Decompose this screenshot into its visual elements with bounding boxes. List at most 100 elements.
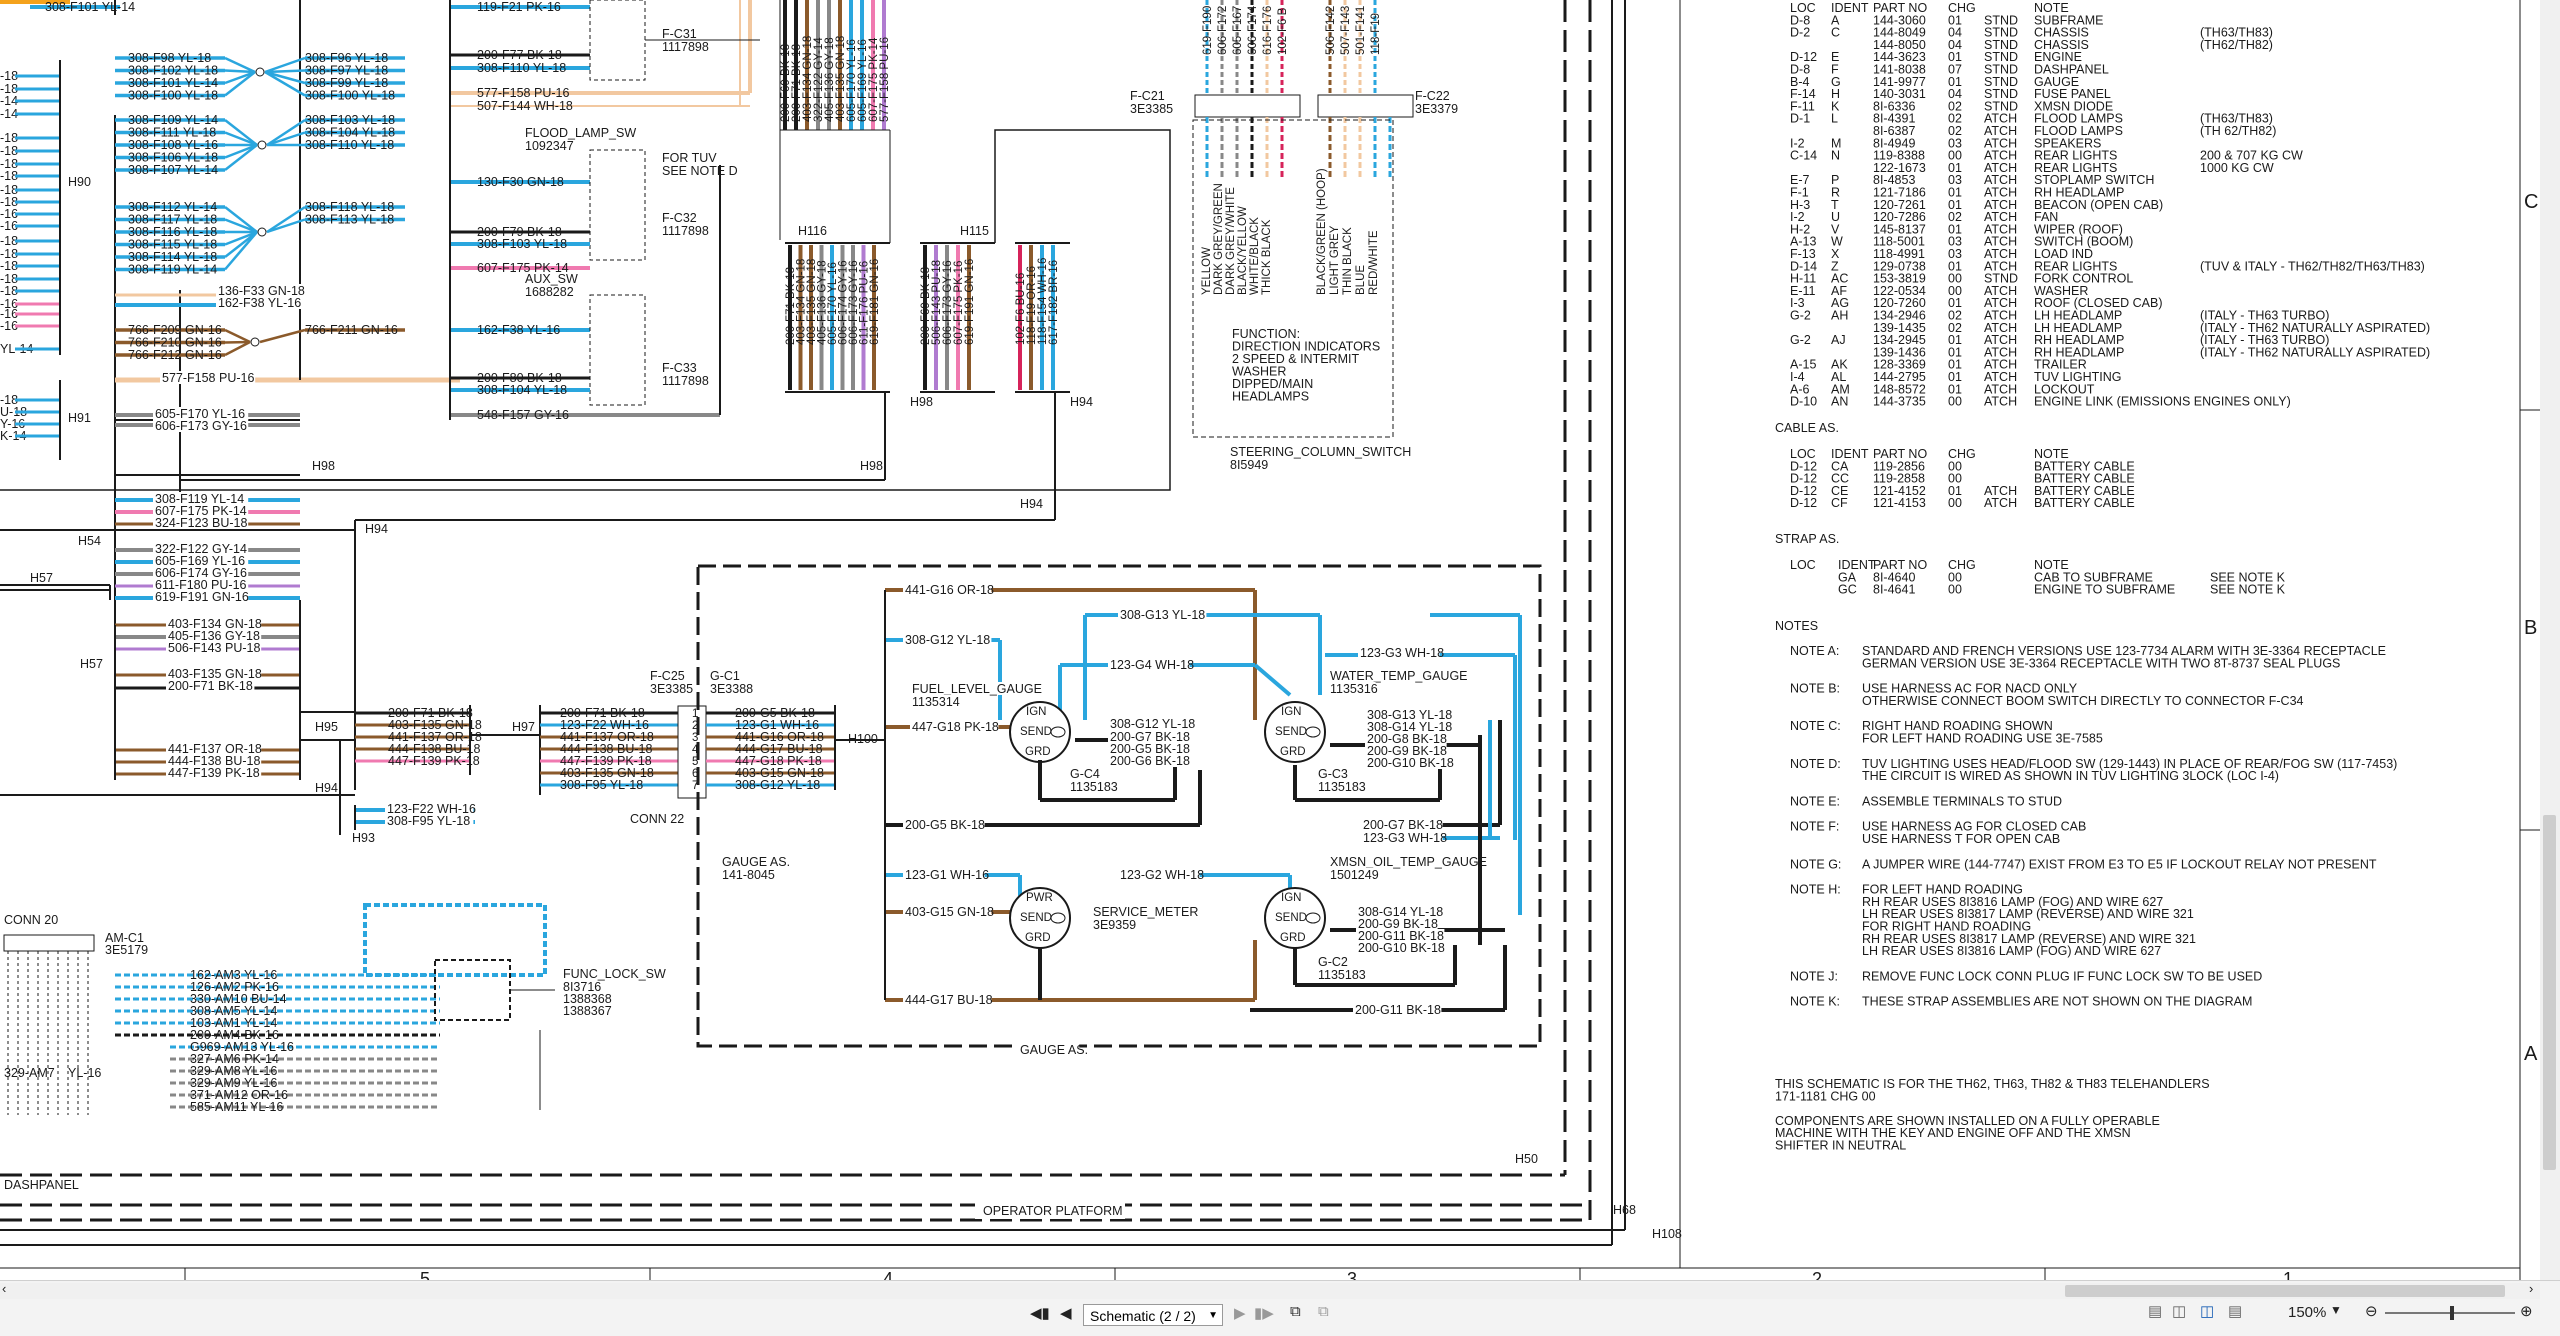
gauge-plug [1050,912,1066,924]
steer-function-line: HEADLAMPS [1232,390,1309,404]
gauge-label-as_bottom: GAUGE AS. [1020,1043,1088,1057]
splice-left-label: 308-F100 YL-18 [128,89,218,103]
harness-h57a: H57 [30,571,53,585]
prev-page-icon[interactable]: ◀ [1060,1304,1072,1322]
gauge-label-fuel: FUEL_LEVEL_GAUGE [912,682,1042,696]
single-page-icon[interactable]: ▤ [2148,1302,2162,1320]
table1-cell: (TUV & ITALY - TH62/TH82/TH63/TH83) [2200,259,2425,273]
harness-h93: H93 [352,831,375,845]
harness-h94b: H94 [1020,497,1043,511]
zoom-out-icon[interactable]: ⊖ [2365,1302,2378,1320]
wire-f158b: 577-F158 PU-16 [477,86,569,100]
cable-title: CABLE AS. [1775,421,1839,435]
wire-f110: 308-F110 YL-18 [477,61,566,75]
continuous-icon[interactable]: ◫ [2200,1302,2214,1320]
fit-page-icon[interactable]: ⧉ [1290,1303,1301,1320]
thumbnail-icon[interactable]: ▤ [2228,1302,2242,1320]
steer-color-right: THIN BLACK [1342,227,1354,295]
zoom-in-icon[interactable]: ⊕ [2520,1302,2533,1320]
steer-color-right: RED/WHITE [1368,230,1380,295]
table1-cell: 144-3735 [1873,395,1926,409]
conn-f-c31-pn: 1117898 [662,40,709,54]
harness-h98b: H98 [860,459,883,473]
splice-join [224,340,251,344]
page-select[interactable]: Schematic (2 / 2) ▼ [1083,1304,1223,1326]
note-line: THESE STRAP ASSEMBLIES ARE NOT SHOWN ON … [1862,995,2252,1009]
scroll-left-icon[interactable]: ‹ [2,1281,6,1296]
splice-left-label: 766-F212 GN-16 [128,348,222,362]
cable-cell: 121-4153 [1873,496,1926,510]
strap-header: LOC [1790,558,1816,572]
table1-cell: 1000 KG CW [2200,161,2274,175]
splice-node [255,67,265,77]
fit-width-icon[interactable]: ⧉ [1318,1303,1329,1320]
strap-cell: GC [1838,583,1857,597]
gauge-label-g5b: 200-G5 BK-18 [905,818,985,832]
gauge-plug [1305,726,1321,738]
wire-f38b: 162-F38 YL-16 [477,323,560,337]
splice-node [257,140,267,150]
tuv-label: FOR TUV [662,151,717,165]
h115-label: 619-F191 GN-16 [964,259,976,345]
conn-f-c22-body [1317,94,1414,118]
zoom-level[interactable]: 150% [2288,1304,2326,1321]
splice-node [250,337,260,347]
first-page-icon[interactable]: ◀▮ [1030,1304,1050,1322]
harness-h94c: H94 [315,781,338,795]
gauge-send-text: SEND [1275,912,1307,924]
strap-cell: 00 [1948,583,1962,597]
grid-number-4: 4 [883,1269,893,1280]
harness-h54: H54 [78,534,101,548]
h116-bot-label: 619-F181 GN-16 [869,259,881,345]
steer-top-left-label: 616-F176 [1262,6,1274,55]
wire-label-f143: 506-F143 PU-18 [168,641,260,655]
steer-color-right: BLACK/GREEN (HOOP) [1316,168,1328,295]
note-label: NOTE H: [1790,883,1841,897]
aux-sw-label: AUX_SW [525,272,578,286]
note-line: OTHERWISE CONNECT BOOM SWITCH DIRECTLY T… [1862,694,2304,708]
table1-cell: AN [1831,395,1848,409]
func-lock-sw-name: FUNC_LOCK_SW [563,967,666,981]
tuv-note: SEE NOTE D [662,164,738,178]
horizontal-scroll-thumb[interactable] [2065,1285,2505,1297]
note-line: FOR LEFT HAND ROADING USE 3E-7585 [1862,732,2103,746]
last-page-icon[interactable]: ▮▶ [1254,1304,1274,1322]
conn-f-c21-body [1194,94,1301,118]
zoom-slider-thumb[interactable] [2450,1306,2454,1320]
note-label: NOTE G: [1790,857,1841,871]
gauge-label-svc_pn: 3E9359 [1093,918,1136,932]
gauge-label-svc: SERVICE_METER [1093,905,1198,919]
note-label: NOTE K: [1790,995,1840,1009]
gauge-label-g6: 200-G6 BK-18 [1110,754,1190,768]
gauge-label-xmsn: XMSN_OIL_TEMP_GAUGE [1330,855,1487,869]
wire-label-f181: 619-F191 GN-16 [155,590,249,604]
gauge-label-g13: 308-G13 YL-18 [1120,608,1205,622]
conn-f-c32-pn: 1117898 [662,224,709,238]
conn-f-c21: F-C21 [1130,89,1165,103]
steer-top-right-label: 501-F141 [1355,6,1367,55]
two-page-icon[interactable]: ◫ [2172,1302,2186,1320]
gauge-plug [1050,726,1066,738]
wire-label-f123: 324-F123 BU-18 [155,516,247,530]
scroll-right-icon[interactable]: › [2529,1281,2533,1296]
harness-h57b: H57 [80,657,103,671]
steer-top-right-label: 118-F19 [1370,13,1382,55]
gauge-label-g12b: 308-G12 YL-18 [1110,717,1195,731]
wire-label-f173: 606-F173 GY-16 [155,419,247,433]
table1-cell: (TH62/TH82) [2200,38,2273,52]
conn-f-c22: F-C22 [1415,89,1450,103]
splice-right-label: 308-F100 YL-18 [305,89,395,103]
table1-cell: (TH 62/TH82) [2200,124,2276,138]
splice-left-label: 308-F119 YL-14 [128,263,217,277]
vertical-scroll-thumb[interactable] [2543,815,2556,1170]
block-left-label: 447-F139 PK-18 [388,754,480,768]
harness-h115: H115 [960,224,989,238]
steer-color-left: WHITE/BLACK [1249,217,1261,295]
grid-letter-b: B [2524,617,2537,639]
harness-h90: H90 [68,175,91,189]
grid-number-2: 2 [1812,1269,1822,1280]
next-page-icon[interactable]: ▶ [1234,1304,1246,1322]
zoom-menu-icon[interactable]: ▼ [2330,1303,2342,1317]
gauge-ign-text: IGN [1281,892,1301,904]
gauge-label-g3: 123-G3 WH-18 [1360,646,1444,660]
